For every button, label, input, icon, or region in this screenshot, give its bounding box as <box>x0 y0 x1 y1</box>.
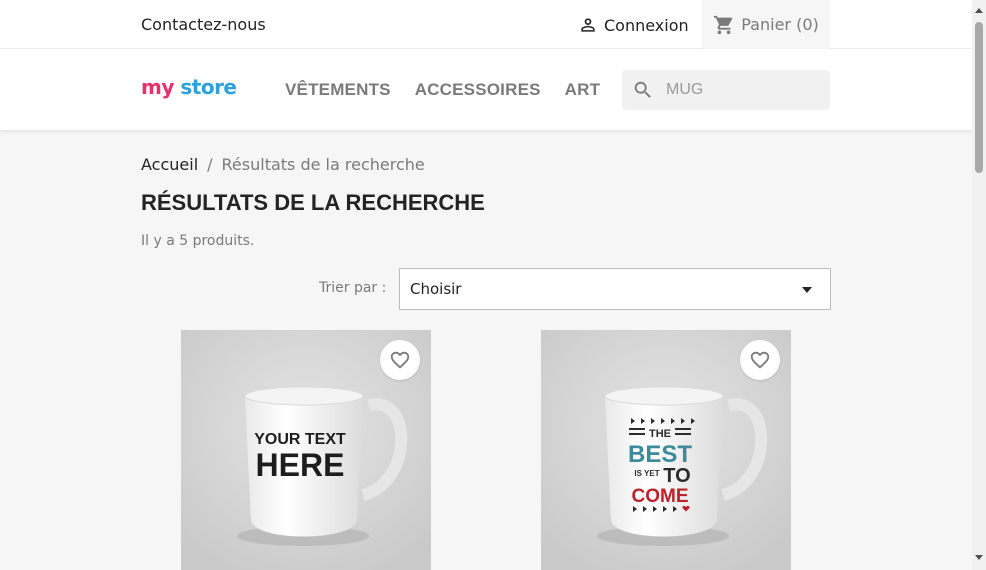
scroll-up-arrow-icon[interactable] <box>975 8 983 13</box>
breadcrumb-current: Résultats de la recherche <box>221 155 425 174</box>
mug-text-line-1: YOUR TEXT <box>254 431 346 448</box>
product-card[interactable]: THE BEST IS YET TO COME <box>541 330 791 570</box>
nav-item-vetements[interactable]: VÊTEMENTS <box>285 80 391 100</box>
mug-text-line-3: IS YET <box>634 469 659 478</box>
scroll-thumb[interactable] <box>975 22 983 173</box>
mug-text-line-1: THE <box>649 428 671 440</box>
sort-select[interactable]: Choisir <box>399 268 831 310</box>
store-logo[interactable]: my store <box>141 75 237 99</box>
product-card[interactable]: YOUR TEXT HERE <box>181 330 431 570</box>
cart-icon <box>714 15 733 34</box>
scroll-down-arrow-icon[interactable] <box>975 555 983 560</box>
nav-item-accessoires[interactable]: ACCESSOIRES <box>415 80 541 100</box>
person-icon <box>581 18 595 32</box>
login-label: Connexion <box>604 15 689 35</box>
favorite-button[interactable] <box>380 340 420 380</box>
chevron-down-icon <box>802 287 812 293</box>
mug-text-line-4: TO <box>663 465 690 487</box>
mug-text-line-2: BEST <box>628 441 692 468</box>
sort-label: Trier par : <box>319 280 387 296</box>
nav-item-art[interactable]: ART <box>565 80 601 100</box>
scrollbar[interactable] <box>972 0 986 570</box>
product-count: Il y a 5 produits. <box>141 233 255 249</box>
main-header: my store VÊTEMENTS ACCESSOIRES ART <box>0 49 972 130</box>
breadcrumb-separator: / <box>207 155 213 174</box>
cart-label: Panier (0) <box>741 15 819 34</box>
search-input[interactable] <box>666 81 806 99</box>
main-nav: VÊTEMENTS ACCESSOIRES ART <box>285 80 600 100</box>
breadcrumb: Accueil / Résultats de la recherche <box>141 155 425 174</box>
cart-button[interactable]: Panier (0) <box>702 0 830 49</box>
sort-value: Choisir <box>410 280 462 298</box>
logo-word-my: my <box>141 75 174 99</box>
search-icon[interactable] <box>632 79 654 101</box>
heart-icon <box>750 351 770 369</box>
search-box[interactable] <box>622 70 830 110</box>
mug-text-line-2: HERE <box>256 447 345 483</box>
logo-word-store: store <box>180 75 237 99</box>
page-title: RÉSULTATS DE LA RECHERCHE <box>141 190 485 215</box>
heart-icon <box>390 351 410 369</box>
mug-text-line-5: COME <box>632 486 689 507</box>
breadcrumb-home[interactable]: Accueil <box>141 155 198 174</box>
favorite-button[interactable] <box>740 340 780 380</box>
login-link[interactable]: Connexion <box>578 15 689 35</box>
contact-link[interactable]: Contactez-nous <box>141 15 266 34</box>
top-bar: Contactez-nous Connexion Panier (0) <box>0 0 972 49</box>
